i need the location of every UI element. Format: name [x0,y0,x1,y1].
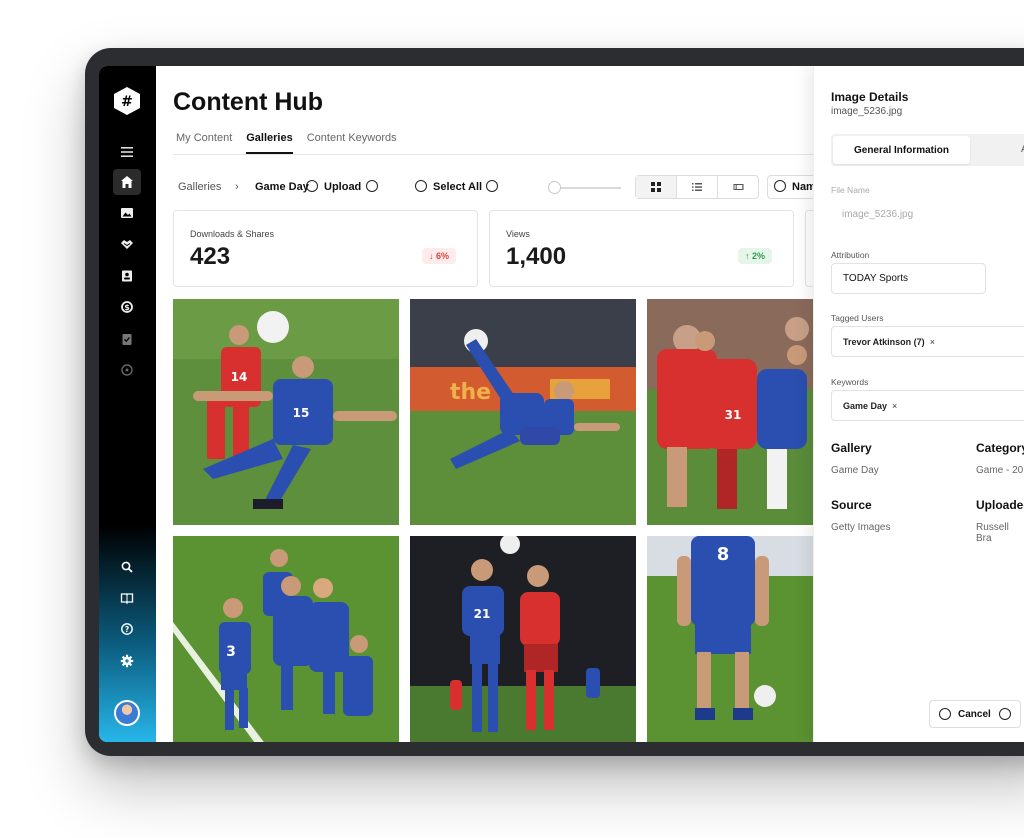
gallery-photo[interactable]: 21 [410,536,636,742]
chat-icon[interactable] [117,360,137,380]
jersey-number: 8 [717,544,730,565]
menu-icon[interactable] [117,142,137,162]
grid-view-button[interactable] [636,176,677,198]
select-all-checkbox[interactable] [415,180,427,192]
gallery-value: Game Day [831,465,879,476]
jersey-number: 31 [725,408,742,422]
tab-content-keywords[interactable]: Content Keywords [307,132,397,154]
filmstrip-icon [733,184,743,190]
content-tabs: My Content Galleries Content Keywords [176,132,397,154]
tagged-user-chip[interactable]: Trevor Atkinson (7) × [843,337,935,347]
cancel-button[interactable]: Cancel [929,700,1021,728]
hashtag-logo-icon[interactable]: # [113,86,141,116]
tab-my-content[interactable]: My Content [176,132,232,154]
tab-galleries[interactable]: Galleries [246,132,293,154]
view-mode-toggle [635,175,759,199]
uploaded-value: Russell Bra [976,522,1009,544]
panel-title: Image Details [831,90,909,104]
keywords-label: Keywords [831,377,869,387]
app-screen: # $ ? Content Hub My Content Galleries C… [99,66,1024,742]
page-title: Content Hub [173,88,323,116]
trend-up-badge: ↑ 2% [738,248,773,264]
chip-text: Game Day [843,400,888,411]
upload-option-circle-icon[interactable] [366,180,378,192]
jersey-number: 15 [293,406,310,420]
select-all-button[interactable]: Select All [433,181,482,193]
panel-tabs: General Information A [831,134,1024,166]
svg-text:the: the [450,380,491,405]
jersey-number: 21 [474,607,491,621]
file-name-input[interactable]: image_5236.jpg [842,209,913,220]
stat-value: 1,400 [506,243,567,270]
uploaded-title: Uploaded [976,498,1024,512]
help-icon[interactable]: ? [117,619,137,639]
sort-circle-icon [774,180,786,192]
gallery-photo[interactable]: 3 [173,536,399,742]
file-name-label: File Name [831,185,870,195]
stat-card-downloads: Downloads & Shares 423 ↓ 6% [173,210,478,287]
attribution-label: Attribution [831,250,870,260]
image-icon[interactable] [117,203,137,223]
main-content: Content Hub My Content Galleries Content… [156,66,847,742]
gallery-photo[interactable]: the [410,299,636,525]
breadcrumb-game-day: Game Day [255,181,309,193]
search-icon[interactable] [117,557,137,577]
logo-glyph: # [121,94,133,110]
category-value: Game - 20 [976,465,1024,476]
list-view-button[interactable] [677,176,718,198]
filmstrip-view-button[interactable] [718,176,758,198]
thumbnail-size-slider[interactable] [553,187,621,189]
contacts-icon[interactable] [117,266,137,286]
home-icon[interactable] [113,169,141,195]
book-icon[interactable] [117,588,137,608]
svg-text:$: $ [124,303,130,312]
stat-value: 423 [190,243,231,270]
cancel-label: Cancel [958,709,991,720]
tab-general-information[interactable]: General Information [833,136,970,164]
cancel-circle-icon [939,708,951,720]
gallery-title: Gallery [831,441,872,455]
select-all-option-circle-icon[interactable] [486,180,498,192]
breadcrumb-galleries[interactable]: Galleries [178,181,221,193]
chip-remove-icon[interactable]: × [930,337,935,347]
panel-file-name: image_5236.jpg [831,106,903,117]
user-avatar[interactable] [114,700,140,726]
gallery-photo[interactable]: 14 15 [173,299,399,525]
stat-card-views: Views 1,400 ↑ 2% [489,210,794,287]
sidebar: # $ ? [99,66,156,742]
gear-icon[interactable] [117,651,137,671]
stat-label: Downloads & Shares [190,229,275,239]
category-title: Category [976,441,1024,455]
tagged-users-field[interactable]: Trevor Atkinson (7) × [831,326,1024,357]
upload-circle-icon[interactable] [306,180,318,192]
tagged-users-label: Tagged Users [831,313,884,323]
list-icon [692,183,702,191]
chip-remove-icon[interactable]: × [892,401,897,411]
sync-icon[interactable]: $ [117,297,137,317]
breadcrumb-separator: › [235,181,239,193]
jersey-number: 14 [231,370,248,384]
source-value: Getty Images [831,522,891,533]
tabs-divider [173,154,813,155]
source-title: Source [831,498,872,512]
upload-button[interactable]: Upload [324,181,361,193]
slider-thumb[interactable] [548,181,561,194]
grid-icon [651,182,661,192]
clipboard-icon[interactable] [117,329,137,349]
trend-down-badge: ↓ 6% [422,248,457,264]
attribution-input[interactable]: TODAY Sports [831,263,986,294]
image-details-panel: Image Details image_5236.jpg General Inf… [813,66,1024,742]
chip-text: Trevor Atkinson (7) [843,336,925,347]
handshake-icon[interactable] [117,234,137,254]
stat-label: Views [506,229,530,239]
jersey-number: 3 [226,644,236,660]
cancel-option-circle-icon [999,708,1011,720]
keyword-chip[interactable]: Game Day × [843,401,897,411]
svg-text:?: ? [125,625,129,634]
keywords-field[interactable]: Game Day × [831,390,1024,421]
gallery-toolbar: Galleries › Game Day Upload Select All N… [178,175,847,200]
